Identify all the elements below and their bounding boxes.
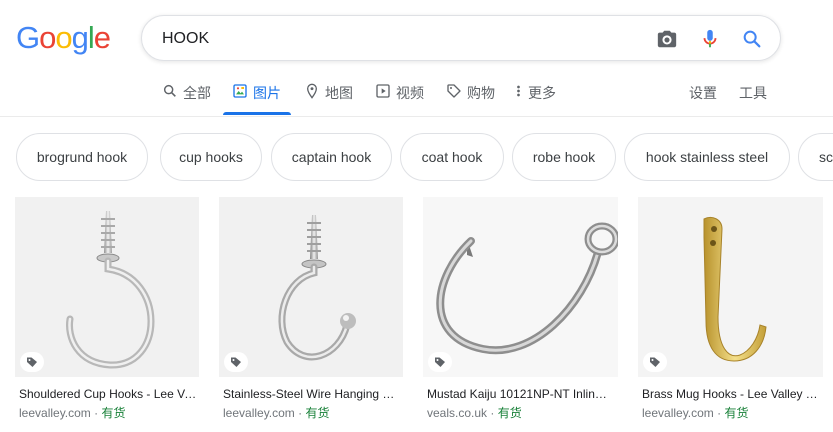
- map-pin-icon: [304, 83, 320, 99]
- result-source: veals.co.uk: [427, 406, 488, 420]
- stock-badge: 有货: [305, 406, 330, 420]
- chip[interactable]: robe hook: [512, 133, 616, 181]
- result-meta: leevalley.com · 有货: [642, 404, 749, 421]
- logo-letter: o: [39, 20, 56, 55]
- stock-badge: 有货: [101, 406, 126, 420]
- separator: ·: [90, 406, 102, 420]
- stock-badge: 有货: [724, 406, 749, 420]
- tag-icon: [428, 352, 452, 372]
- chip[interactable]: hook stainless steel: [624, 133, 790, 181]
- tab-maps[interactable]: 地图: [304, 83, 353, 115]
- separator: ·: [713, 406, 725, 420]
- tab-label: 购物: [467, 85, 495, 101]
- cup-hook-image: [66, 211, 155, 369]
- more-vert-icon: [514, 83, 523, 99]
- image-icon: [232, 83, 248, 99]
- logo-letter: e: [93, 20, 111, 55]
- brass-mug-hook-image: [703, 216, 767, 362]
- chip[interactable]: cup hooks: [160, 133, 262, 181]
- tag-icon: [224, 352, 248, 372]
- result-thumbnail[interactable]: [423, 197, 618, 377]
- result-source: leevalley.com: [19, 406, 91, 420]
- google-logo[interactable]: Google: [16, 20, 111, 56]
- tab-label: 全部: [183, 85, 211, 101]
- logo-letter: o: [55, 20, 72, 55]
- wire-hook-image: [278, 215, 356, 361]
- result-thumbnail[interactable]: [219, 197, 403, 377]
- tag-icon: [446, 83, 462, 99]
- settings-link[interactable]: 设置: [689, 83, 717, 103]
- tab-label: 地图: [325, 85, 353, 101]
- tab-more[interactable]: 更多: [514, 83, 556, 115]
- header-divider: [0, 116, 833, 117]
- search-tabs: 全部 图片 地图 视频 购物 更多 设置 工具: [0, 70, 833, 116]
- tools-link[interactable]: 工具: [739, 83, 767, 103]
- separator: ·: [294, 406, 306, 420]
- search-box: [141, 15, 781, 61]
- result-thumbnail[interactable]: [15, 197, 199, 377]
- result-thumbnail[interactable]: [638, 197, 823, 377]
- result-meta: leevalley.com · 有货: [223, 404, 330, 421]
- result-title[interactable]: Brass Mug Hooks - Lee Valley Tools: [642, 387, 820, 401]
- search-icon: [162, 83, 178, 99]
- tag-icon: [643, 352, 667, 372]
- chip[interactable]: coat hook: [400, 133, 504, 181]
- search-icon[interactable]: [741, 28, 763, 50]
- tab-label: 更多: [528, 85, 556, 101]
- logo-letter: g: [71, 20, 89, 55]
- tab-shopping[interactable]: 购物: [446, 83, 495, 115]
- result-source: leevalley.com: [223, 406, 295, 420]
- tag-icon: [20, 352, 44, 372]
- tab-all[interactable]: 全部: [162, 83, 211, 115]
- tab-label: 视频: [396, 85, 424, 101]
- tab-videos[interactable]: 视频: [375, 83, 424, 115]
- tab-label: 图片: [253, 85, 281, 101]
- result-meta: leevalley.com · 有货: [19, 404, 126, 421]
- separator: ·: [487, 406, 498, 420]
- result-title[interactable]: Mustad Kaiju 10121NP-NT Inline Hook: [427, 387, 613, 401]
- video-icon: [375, 83, 391, 99]
- camera-icon[interactable]: [656, 28, 678, 50]
- result-source: leevalley.com: [642, 406, 714, 420]
- fishing-hook-image: [436, 222, 618, 355]
- tab-images[interactable]: 图片: [223, 83, 291, 115]
- related-chips: brogrund hook cup hooks captain hook coa…: [16, 133, 833, 181]
- chip[interactable]: sc: [798, 133, 833, 181]
- search-input[interactable]: [162, 27, 632, 51]
- result-title[interactable]: Stainless-Steel Wire Hanging Hooks: [223, 387, 399, 401]
- chip[interactable]: captain hook: [271, 133, 392, 181]
- result-meta: veals.co.uk · 有货: [427, 404, 522, 421]
- logo-letter: G: [16, 20, 40, 55]
- stock-badge: 有货: [497, 406, 522, 420]
- microphone-icon[interactable]: [699, 28, 721, 50]
- result-title[interactable]: Shouldered Cup Hooks - Lee Valley Tools: [19, 387, 197, 401]
- chip[interactable]: brogrund hook: [16, 133, 148, 181]
